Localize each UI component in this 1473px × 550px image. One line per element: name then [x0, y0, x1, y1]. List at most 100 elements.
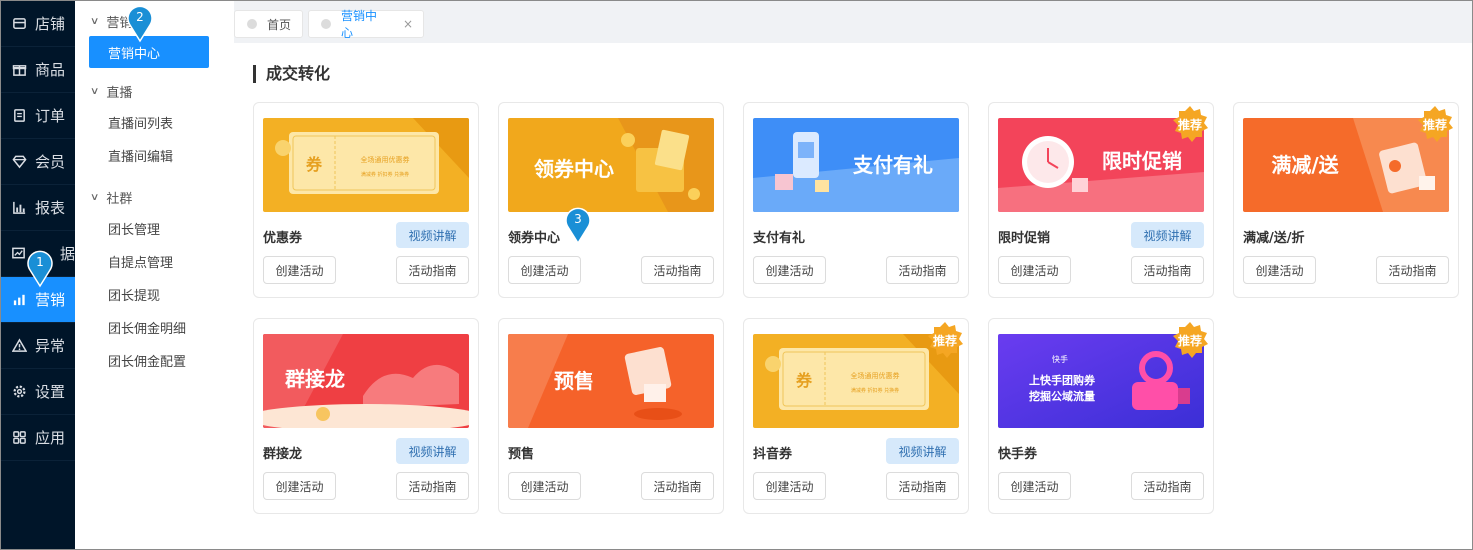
nav-item-label: 据: [60, 245, 76, 263]
nav-item-label: 设置: [35, 383, 66, 401]
warning-icon: [11, 338, 27, 354]
create-activity-button[interactable]: 创建活动: [263, 472, 336, 500]
tab-home[interactable]: 首页: [234, 10, 303, 38]
card-banner: 群接龙: [263, 334, 469, 428]
nav-item-settings[interactable]: 设置: [1, 369, 75, 415]
chevron-down-icon: ∨: [89, 85, 100, 97]
svg-text:券: 券: [305, 155, 323, 174]
nav-item-members[interactable]: 会员: [1, 139, 75, 185]
create-activity-button[interactable]: 创建活动: [263, 256, 336, 284]
nav-item-label: 异常: [35, 337, 66, 355]
submenu-item-leader-withdraw[interactable]: 团长提现: [75, 278, 234, 311]
activity-guide-button[interactable]: 活动指南: [641, 472, 714, 500]
create-activity-button[interactable]: 创建活动: [753, 256, 826, 284]
nav-item-orders[interactable]: 订单: [1, 93, 75, 139]
nav-item-reports[interactable]: 报表: [1, 185, 75, 231]
nav-item-label: 报表: [35, 199, 66, 217]
nav-item-goods[interactable]: 商品: [1, 47, 75, 93]
nav-item-apps[interactable]: 应用: [1, 415, 75, 461]
svg-text:快手: 快手: [1052, 354, 1068, 364]
submenu-item-leader-manage[interactable]: 团长管理: [75, 212, 234, 245]
submenu-item-live-edit[interactable]: 直播间编辑: [75, 139, 234, 172]
submenu-group-community[interactable]: ∨ 社群: [75, 182, 234, 212]
activity-card-coupon-center[interactable]: 领券中心 领券中心 创建活动 活动指南: [498, 102, 724, 298]
activity-card-kuaishou-coupon[interactable]: 快手 上快手团购券 挖掘公域流量 推荐 快手券 创建活动 活动指南: [988, 318, 1214, 514]
create-activity-button[interactable]: 创建活动: [1243, 256, 1316, 284]
video-tutorial-button[interactable]: 视频讲解: [396, 438, 469, 464]
svg-text:挖掘公域流量: 挖掘公域流量: [1029, 389, 1095, 403]
svg-text:群接龙: 群接龙: [284, 367, 345, 391]
activity-guide-button[interactable]: 活动指南: [1131, 472, 1204, 500]
marketing-icon: [11, 292, 27, 308]
activity-guide-button[interactable]: 活动指南: [396, 256, 469, 284]
submenu-group-live[interactable]: ∨ 直播: [75, 76, 234, 106]
video-tutorial-button[interactable]: 视频讲解: [396, 222, 469, 248]
data-icon: [11, 246, 26, 262]
main-content: 成交转化 券 全场通用优惠券 满减券 折扣券 兑换券 优惠券 视频讲解 创建活动: [234, 43, 1472, 549]
section-title: 成交转化: [253, 65, 330, 83]
create-activity-button[interactable]: 创建活动: [508, 472, 581, 500]
card-title: 快手券: [998, 447, 1038, 462]
recommend-badge: 推荐: [927, 322, 963, 358]
submenu-item-commission-config[interactable]: 团长佣金配置: [75, 344, 234, 377]
activity-card-discount[interactable]: 满减/送 推荐 满减/送/折 创建活动 活动指南: [1233, 102, 1459, 298]
svg-text:券: 券: [795, 371, 813, 390]
activity-guide-button[interactable]: 活动指南: [396, 472, 469, 500]
gift-icon: [11, 62, 27, 78]
create-activity-button[interactable]: 创建活动: [753, 472, 826, 500]
submenu-item-pickup-manage[interactable]: 自提点管理: [75, 245, 234, 278]
nav-item-label: 商品: [35, 61, 66, 79]
svg-text:上快手团购券: 上快手团购券: [1029, 373, 1096, 387]
activity-guide-button[interactable]: 活动指南: [886, 472, 959, 500]
bar-chart-icon: [11, 200, 27, 216]
card-banner: 预售: [508, 334, 714, 428]
activity-guide-button[interactable]: 活动指南: [886, 256, 959, 284]
step-marker-3: 3: [563, 205, 593, 245]
svg-text:满减/送: 满减/送: [1271, 153, 1339, 177]
svg-text:预售: 预售: [554, 369, 594, 393]
video-tutorial-button[interactable]: 视频讲解: [1131, 222, 1204, 248]
activity-card-presale[interactable]: 预售 预售 创建活动 活动指南: [498, 318, 724, 514]
card-title: 支付有礼: [753, 231, 806, 246]
create-activity-button[interactable]: 创建活动: [998, 472, 1071, 500]
activity-guide-button[interactable]: 活动指南: [1376, 256, 1449, 284]
activity-card-group-relay[interactable]: 群接龙 群接龙 视频讲解 创建活动 活动指南: [253, 318, 479, 514]
gear-icon: [11, 384, 27, 400]
card-title: 优惠券: [263, 231, 303, 246]
svg-text:满减券 折扣券 兑换券: 满减券 折扣券 兑换券: [851, 387, 899, 394]
card-banner: 券 全场通用优惠券 满减券 折扣券 兑换券: [263, 118, 469, 212]
svg-text:支付有礼: 支付有礼: [853, 153, 933, 177]
activity-card-pay-gift[interactable]: 支付有礼 支付有礼 创建活动 活动指南: [743, 102, 969, 298]
card-banner: 支付有礼: [753, 118, 959, 212]
activity-card-douyin-coupon[interactable]: 券 全场通用优惠券 满减券 折扣券 兑换券 推荐 抖音券 视频讲解 创建活动 活…: [743, 318, 969, 514]
submenu-item-commission-detail[interactable]: 团长佣金明细: [75, 311, 234, 344]
apps-icon: [11, 430, 27, 446]
activity-guide-button[interactable]: 活动指南: [641, 256, 714, 284]
chevron-down-icon: ∨: [89, 191, 100, 203]
svg-text:全场通用优惠券: 全场通用优惠券: [361, 155, 410, 164]
svg-text:满减券 折扣券 兑换券: 满减券 折扣券 兑换券: [361, 171, 409, 178]
order-icon: [11, 108, 27, 124]
nav-item-label: 应用: [35, 429, 66, 447]
app-window: 店铺 商品 订单 会员 报表 据 营销 异常 设置 应用 ∨ 营销 营销中心 ∨…: [0, 0, 1473, 550]
nav-item-label: 订单: [35, 107, 66, 125]
nav-item-exceptions[interactable]: 异常: [1, 323, 75, 369]
tab-marketing-center[interactable]: 营销中心 ×: [308, 9, 424, 40]
activity-card-coupon[interactable]: 券 全场通用优惠券 满减券 折扣券 兑换券 优惠券 视频讲解 创建活动 活动指南: [253, 102, 479, 298]
sub-menu: ∨ 营销 营销中心 ∨ 直播 直播间列表 直播间编辑 ∨ 社群 团长管理 自提点…: [75, 1, 234, 549]
video-tutorial-button[interactable]: 视频讲解: [886, 438, 959, 464]
card-title: 抖音券: [753, 447, 793, 462]
card-banner: 领券中心: [508, 118, 714, 212]
create-activity-button[interactable]: 创建活动: [998, 256, 1071, 284]
tab-status-dot: [247, 19, 257, 29]
recommend-badge: 推荐: [1172, 106, 1208, 142]
activity-guide-button[interactable]: 活动指南: [1131, 256, 1204, 284]
activity-card-flash-sale[interactable]: 限时促销 推荐 限时促销 视频讲解 创建活动 活动指南: [988, 102, 1214, 298]
submenu-item-live-list[interactable]: 直播间列表: [75, 106, 234, 139]
tab-bar: 首页 营销中心 ×: [234, 1, 1472, 43]
close-icon[interactable]: ×: [403, 17, 413, 31]
nav-item-store[interactable]: 店铺: [1, 1, 75, 47]
card-title: 预售: [508, 447, 535, 462]
svg-text:限时促销: 限时促销: [1102, 149, 1182, 173]
create-activity-button[interactable]: 创建活动: [508, 256, 581, 284]
